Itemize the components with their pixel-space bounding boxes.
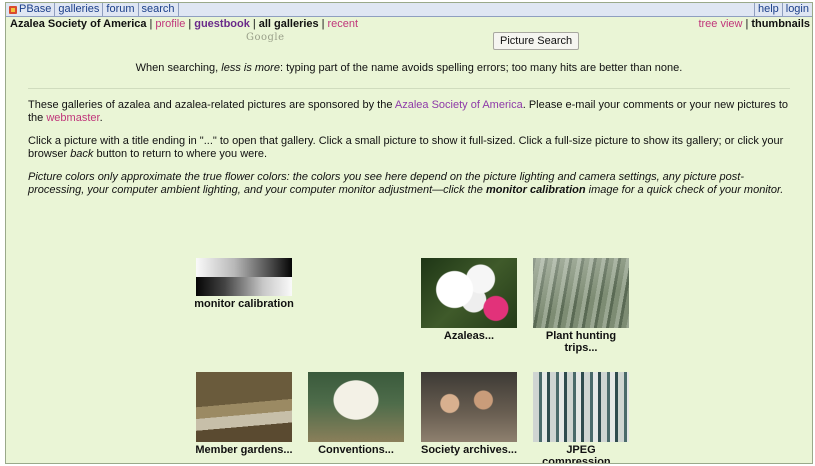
search-row: Google Picture Search (6, 30, 812, 52)
page-frame: PBase galleries forum search help login … (5, 2, 813, 464)
gallery-caption[interactable]: Conventions... (304, 444, 408, 456)
site-title: Azalea Society of America (10, 18, 147, 30)
hint-emphasis: less is more (221, 62, 280, 74)
gallery-plant-hunting[interactable]: Plant hunting trips... (529, 258, 633, 354)
profile-link[interactable]: profile (155, 18, 185, 30)
guestbook-link[interactable]: guestbook (194, 18, 250, 30)
all-galleries-link[interactable]: all galleries (259, 18, 319, 30)
p3-bold: monitor calibration (485, 184, 586, 196)
gallery-jpeg-compression[interactable]: JPEG compression... (529, 372, 633, 463)
divider (28, 88, 790, 89)
gallery-caption[interactable]: monitor calibration (192, 298, 296, 310)
calibration-gradient-bottom[interactable] (196, 277, 292, 296)
gallery-azaleas[interactable]: Azaleas... (417, 258, 521, 342)
member-gardens-thumbnail[interactable] (196, 372, 292, 442)
webmaster-link[interactable]: webmaster (46, 112, 99, 124)
jpeg-compression-thumbnail[interactable] (533, 372, 629, 442)
gallery-conventions[interactable]: Conventions... (304, 372, 408, 456)
gallery-caption[interactable]: Member gardens... (192, 444, 296, 456)
gallery-member-gardens[interactable]: Member gardens... (192, 372, 296, 456)
p3-text-2: image for a quick check of your monitor. (585, 184, 784, 196)
top-navigation-bar: PBase galleries forum search help login (6, 3, 812, 17)
conventions-thumbnail[interactable] (308, 372, 404, 442)
gallery-society-archives[interactable]: Society archives... (417, 372, 521, 456)
plant-hunting-thumbnail[interactable] (533, 258, 629, 328)
nav-login[interactable]: login (781, 3, 812, 16)
nav-forum[interactable]: forum (103, 3, 139, 16)
picture-search-button[interactable]: Picture Search (493, 32, 580, 50)
intro-paragraph-1: These galleries of azalea and azalea-rel… (28, 99, 790, 125)
intro-paragraph-3: Picture colors only approximate the true… (28, 171, 790, 197)
nav-search[interactable]: search (139, 3, 179, 16)
gallery-caption[interactable]: Plant hunting trips... (529, 330, 633, 354)
p2-text-2: button to return to where you were. (93, 148, 268, 160)
gallery-caption[interactable]: Azaleas... (417, 330, 521, 342)
p1-end: . (99, 112, 103, 124)
search-input[interactable]: Google (246, 32, 285, 43)
pbase-logo-icon (9, 5, 17, 14)
nav-pbase[interactable]: PBase (6, 3, 56, 16)
gallery-caption[interactable]: JPEG compression... (529, 444, 633, 463)
gallery-caption[interactable]: Society archives... (417, 444, 521, 456)
nav-galleries[interactable]: galleries (55, 3, 104, 16)
asa-link[interactable]: Azalea Society of America (395, 99, 523, 111)
intro-paragraph-2: Click a picture with a title ending in "… (28, 135, 790, 161)
thumbnails-link[interactable]: thumbnails (751, 18, 810, 30)
calibration-gradient-top[interactable] (196, 258, 292, 277)
hint-text-2: : typing part of the name avoids spellin… (279, 62, 683, 74)
recent-link[interactable]: recent (328, 18, 359, 30)
p1-text: These galleries of azalea and azalea-rel… (28, 99, 395, 111)
search-hint: When searching, less is more: typing par… (6, 62, 812, 74)
nav-help[interactable]: help (753, 3, 782, 16)
society-archives-thumbnail[interactable] (421, 372, 517, 442)
nav-pbase-label: PBase (19, 3, 52, 15)
azalea-thumbnail[interactable] (421, 258, 517, 328)
hint-text-1: When searching, (135, 62, 222, 74)
tree-view-link[interactable]: tree view (698, 18, 742, 30)
gallery-monitor-calibration[interactable]: monitor calibration (192, 258, 296, 310)
p2-emphasis: back (70, 148, 94, 160)
gallery-subnav: Azalea Society of America | profile | guestb… (10, 18, 810, 30)
